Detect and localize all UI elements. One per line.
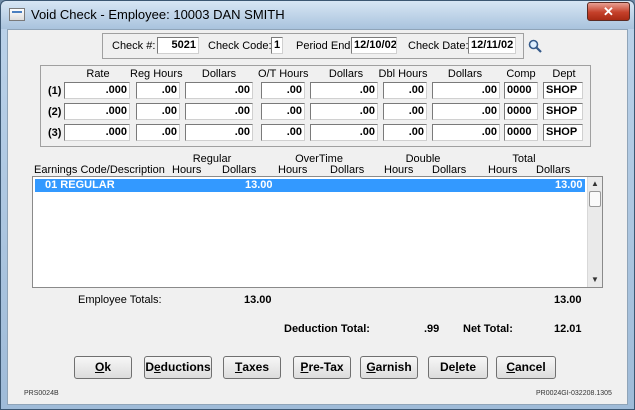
- reg-hours-col-header: Hours: [172, 164, 202, 176]
- form-id-left: PRS0024B: [24, 390, 59, 397]
- comp-field[interactable]: 0000: [504, 82, 538, 99]
- cancel-button[interactable]: Cancel: [496, 356, 556, 379]
- check-date-label: Check Date:: [408, 40, 469, 52]
- dbl-dollars-field[interactable]: .00: [432, 103, 500, 120]
- period-end-label: Period End:: [296, 40, 354, 52]
- dbl-dollars-header: Dollars: [447, 68, 483, 80]
- check-date-field[interactable]: 12/11/02: [468, 37, 516, 54]
- dbl-hours-header: Dbl Hours: [378, 68, 428, 80]
- window-icon: [9, 8, 25, 21]
- reg-dollars-field[interactable]: .00: [185, 124, 253, 141]
- reg-dollars-field[interactable]: .00: [185, 103, 253, 120]
- dialog-body: Check #: 5021 Check Code: 1 Period End: …: [7, 29, 628, 405]
- deductions-button[interactable]: Deductions: [144, 356, 212, 379]
- earnings-list[interactable]: 01 REGULAR 13.00 13.00 ▲ ▼: [32, 176, 603, 288]
- reg-hours-header: Reg Hours: [130, 68, 183, 80]
- garnish-button[interactable]: Garnish: [360, 356, 418, 379]
- tot-hours-col-header: Hours: [488, 164, 518, 176]
- comp-field[interactable]: 0000: [504, 103, 538, 120]
- rate-field[interactable]: .000: [64, 124, 130, 141]
- reg-hours-field[interactable]: .00: [136, 103, 180, 120]
- scroll-thumb[interactable]: [589, 191, 601, 207]
- total-dollars-cell: 13.00: [555, 179, 583, 191]
- rate-header: Rate: [86, 68, 110, 80]
- ot-hours-col-header: Hours: [278, 164, 308, 176]
- earnings-description: 01 REGULAR: [45, 179, 115, 191]
- rate-row-label: (2): [48, 106, 62, 118]
- period-end-field[interactable]: 12/10/02: [351, 37, 397, 54]
- ot-hours-header: O/T Hours: [258, 68, 309, 80]
- vertical-scrollbar[interactable]: ▲ ▼: [587, 177, 602, 287]
- ot-hours-field[interactable]: .00: [261, 103, 305, 120]
- dbl-dollars-field[interactable]: .00: [432, 82, 500, 99]
- reg-dollars-cell: 13.00: [245, 179, 273, 191]
- earnings-code-header: Earnings Code/Description: [34, 164, 165, 176]
- taxes-button[interactable]: Taxes: [223, 356, 281, 379]
- reg-dollars-field[interactable]: .00: [185, 82, 253, 99]
- employee-totals-label: Employee Totals:: [78, 294, 162, 306]
- check-code-label: Check Code:: [208, 40, 272, 52]
- net-total-label: Net Total:: [463, 323, 513, 335]
- deduction-total-value: .99: [424, 323, 440, 335]
- form-id-right: PR0024GI-032208.1305: [536, 390, 612, 397]
- rate-row-label: (3): [48, 127, 62, 139]
- window-title: Void Check - Employee: 10003 DAN SMITH: [31, 7, 285, 22]
- employee-reg-dollars-total: 13.00: [244, 294, 272, 306]
- check-number-label: Check #:: [112, 40, 156, 52]
- comp-header: Comp: [506, 68, 536, 80]
- dbl-hours-col-header: Hours: [384, 164, 414, 176]
- delete-button[interactable]: Delete: [428, 356, 488, 379]
- employee-total-dollars: 13.00: [554, 294, 582, 306]
- dbl-dollars-col-header: Dollars: [432, 164, 467, 176]
- comp-field[interactable]: 0000: [504, 124, 538, 141]
- dbl-dollars-field[interactable]: .00: [432, 124, 500, 141]
- dept-header: Dept: [552, 68, 576, 80]
- reg-hours-field[interactable]: .00: [136, 124, 180, 141]
- void-check-window: Void Check - Employee: 10003 DAN SMITH ✕…: [0, 0, 635, 410]
- ot-hours-field[interactable]: .00: [261, 124, 305, 141]
- rate-field[interactable]: .000: [64, 103, 130, 120]
- check-number-field[interactable]: 5021: [157, 37, 199, 54]
- ok-button[interactable]: Ok: [74, 356, 132, 379]
- reg-dollars-col-header: Dollars: [222, 164, 257, 176]
- close-button[interactable]: ✕: [587, 2, 630, 21]
- scroll-down-icon[interactable]: ▼: [588, 274, 602, 286]
- scroll-up-icon[interactable]: ▲: [588, 178, 602, 190]
- tot-dollars-col-header: Dollars: [536, 164, 571, 176]
- ot-dollars-field[interactable]: .00: [310, 82, 378, 99]
- dbl-hours-field[interactable]: .00: [383, 103, 427, 120]
- reg-hours-field[interactable]: .00: [136, 82, 180, 99]
- dept-field[interactable]: SHOP: [543, 82, 583, 99]
- ot-dollars-field[interactable]: .00: [310, 103, 378, 120]
- ot-dollars-col-header: Dollars: [330, 164, 365, 176]
- check-code-field[interactable]: 1: [271, 37, 283, 54]
- net-total-value: 12.01: [554, 323, 582, 335]
- ot-hours-field[interactable]: .00: [261, 82, 305, 99]
- dept-field[interactable]: SHOP: [543, 103, 583, 120]
- rate-row-label: (1): [48, 85, 62, 97]
- dbl-hours-field[interactable]: .00: [383, 82, 427, 99]
- ot-dollars-header: Dollars: [328, 68, 364, 80]
- magnifier-icon[interactable]: [528, 39, 542, 53]
- ot-dollars-field[interactable]: .00: [310, 124, 378, 141]
- title-bar[interactable]: Void Check - Employee: 10003 DAN SMITH ✕: [1, 1, 634, 29]
- deduction-total-label: Deduction Total:: [284, 323, 370, 335]
- rate-field[interactable]: .000: [64, 82, 130, 99]
- dept-field[interactable]: SHOP: [543, 124, 583, 141]
- pre-tax-button[interactable]: Pre-Tax: [293, 356, 351, 379]
- dbl-hours-field[interactable]: .00: [383, 124, 427, 141]
- reg-dollars-header: Dollars: [201, 68, 237, 80]
- list-item[interactable]: 01 REGULAR 13.00 13.00: [35, 179, 585, 192]
